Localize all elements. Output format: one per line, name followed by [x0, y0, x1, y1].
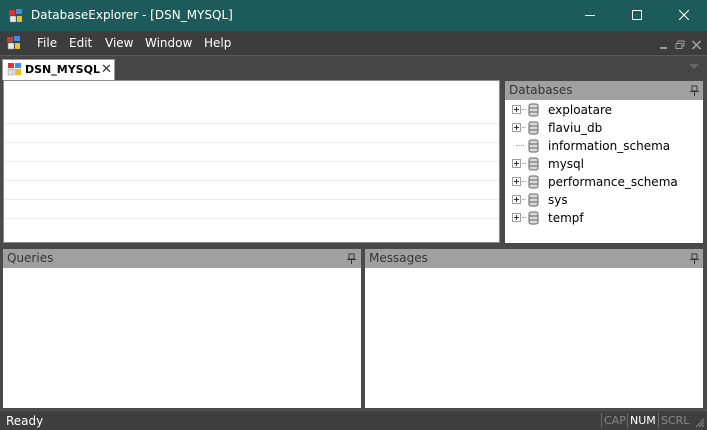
pin-icon[interactable] — [690, 253, 699, 264]
expand-icon[interactable] — [512, 213, 521, 222]
status-separator — [627, 413, 628, 428]
status-bar: Ready CAP NUM SCRL — [0, 410, 707, 430]
close-icon — [679, 10, 689, 20]
database-name: sys — [548, 193, 568, 207]
status-separator — [658, 413, 659, 428]
queries-panel-title: Queries — [7, 251, 54, 265]
tree-item-exploatare[interactable]: exploatare — [505, 101, 701, 119]
tree-connector — [522, 181, 526, 182]
tree-item-flaviu-db[interactable]: flaviu_db — [505, 119, 701, 137]
minimize-button[interactable] — [567, 0, 613, 31]
caps-lock-indicator: CAP — [604, 414, 626, 427]
expand-icon[interactable] — [512, 159, 521, 168]
database-icon — [528, 211, 539, 225]
grid-row-line — [4, 199, 499, 200]
window-title: DatabaseExplorer - [DSN_MYSQL] — [31, 8, 233, 22]
database-icon — [528, 193, 539, 207]
status-text: Ready — [6, 414, 44, 428]
database-icon — [528, 157, 539, 171]
menu-window[interactable]: Window — [145, 36, 192, 50]
mdi-minimize-icon[interactable] — [658, 40, 669, 50]
pin-icon[interactable] — [690, 85, 699, 96]
database-name: information_schema — [548, 139, 671, 153]
tree-connector — [522, 163, 526, 164]
document-system-menu-icon[interactable] — [6, 35, 22, 51]
results-grid[interactable] — [3, 80, 500, 243]
queries-panel-header[interactable]: Queries — [3, 249, 361, 268]
tree-item-sys[interactable]: sys — [505, 191, 701, 209]
menu-view[interactable]: View — [105, 36, 133, 50]
database-name: exploatare — [548, 103, 613, 117]
messages-panel-body[interactable] — [365, 268, 703, 408]
database-name: tempf — [548, 211, 584, 225]
mdi-close-icon[interactable] — [691, 40, 702, 50]
menu-file[interactable]: File — [37, 36, 57, 50]
grid-row-line — [4, 180, 499, 181]
status-separator — [601, 413, 602, 428]
grid-row-line — [4, 161, 499, 162]
tab-label: DSN_MYSQL — [25, 63, 100, 76]
tree-item-tempf[interactable]: tempf — [505, 209, 701, 227]
databases-panel-header[interactable]: Databases — [505, 81, 703, 100]
expand-icon[interactable] — [512, 195, 521, 204]
title-bar[interactable]: DatabaseExplorer - [DSN_MYSQL] — [0, 0, 707, 31]
tree-item-mysql[interactable]: mysql — [505, 155, 701, 173]
pin-icon[interactable] — [347, 253, 356, 264]
database-icon — [528, 103, 539, 117]
database-name: flaviu_db — [548, 121, 603, 135]
database-name: mysql — [548, 157, 584, 171]
queries-panel-body[interactable] — [3, 268, 361, 408]
database-document-icon — [7, 63, 21, 76]
tab-close-icon[interactable]: ✕ — [101, 62, 112, 77]
close-button[interactable] — [661, 0, 707, 31]
tab-dsn-mysql[interactable]: DSN_MYSQL ✕ — [2, 59, 115, 80]
grid-row-line — [4, 218, 499, 219]
database-explorer-app-icon[interactable] — [8, 8, 24, 24]
maximize-icon — [632, 10, 642, 20]
menu-edit[interactable]: Edit — [69, 36, 92, 50]
document-tab-strip: DSN_MYSQL ✕ — [0, 55, 707, 80]
resize-grip-icon[interactable] — [695, 418, 705, 428]
grid-row-line — [4, 123, 499, 124]
tree-connector — [522, 217, 526, 218]
scroll-lock-indicator: SCRL — [661, 414, 690, 427]
num-lock-indicator: NUM — [630, 414, 656, 427]
menu-help[interactable]: Help — [204, 36, 231, 50]
messages-panel-title: Messages — [369, 251, 428, 265]
databases-panel-title: Databases — [509, 83, 573, 97]
database-name: performance_schema — [548, 175, 678, 189]
database-icon — [528, 121, 539, 135]
tree-connector — [522, 127, 526, 128]
expand-icon[interactable] — [512, 105, 521, 114]
tree-connector — [522, 199, 526, 200]
databases-tree[interactable]: exploatare flaviu_db information_schema … — [505, 100, 703, 243]
tree-connector — [516, 145, 524, 146]
tree-item-performance-schema[interactable]: performance_schema — [505, 173, 701, 191]
grid-row-line — [4, 142, 499, 143]
chevron-down-icon[interactable] — [689, 64, 699, 69]
expand-icon[interactable] — [512, 177, 521, 186]
database-icon — [528, 139, 539, 153]
expand-icon[interactable] — [512, 123, 521, 132]
tree-connector — [522, 109, 526, 110]
mdi-restore-icon[interactable] — [675, 40, 686, 50]
database-icon — [528, 175, 539, 189]
maximize-button[interactable] — [614, 0, 660, 31]
tree-item-information-schema[interactable]: information_schema — [505, 137, 701, 155]
minimize-icon — [585, 15, 595, 16]
menu-bar: File Edit View Window Help — [0, 31, 707, 55]
messages-panel-header[interactable]: Messages — [365, 249, 703, 268]
